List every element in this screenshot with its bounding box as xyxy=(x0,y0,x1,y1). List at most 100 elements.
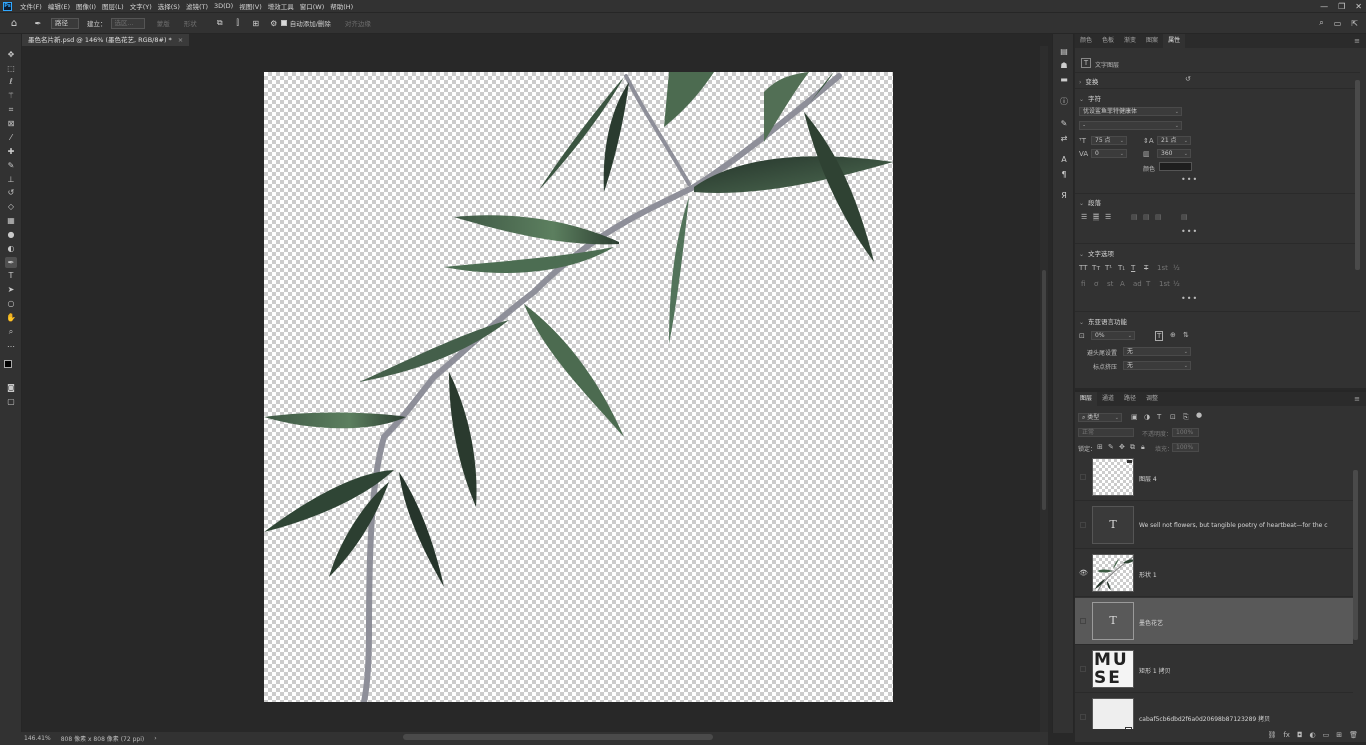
vertical-scroll-thumb[interactable] xyxy=(1042,270,1046,510)
filter-shape-icon[interactable]: ⊡ xyxy=(1170,413,1176,421)
fraction-icon[interactable]: ½ xyxy=(1173,280,1180,288)
transform-section[interactable]: › 变换 xyxy=(1079,76,1098,86)
adjustment-layer-icon[interactable]: ◐ xyxy=(1310,731,1316,739)
layer-filter-select[interactable]: ⌕ 类型 ⌄ xyxy=(1078,413,1122,422)
tate-chu-yoko-icon[interactable]: ⊕ xyxy=(1170,331,1176,339)
text-color-swatch[interactable] xyxy=(1159,162,1192,171)
leading-field[interactable]: 21 点 ⌄ xyxy=(1157,136,1191,145)
discretionary-ligature-icon[interactable]: st xyxy=(1107,280,1113,288)
gradient-icon[interactable]: ▦ xyxy=(5,215,17,226)
screen-mode-icon[interactable]: ▢ xyxy=(5,396,17,407)
status-arrow-icon[interactable]: › xyxy=(154,735,156,742)
workspace-icon[interactable]: ▭ xyxy=(1334,19,1342,28)
minimize-button[interactable]: — xyxy=(1320,2,1328,11)
mojikumi-select[interactable]: 无 ⌄ xyxy=(1123,361,1191,370)
all-caps-icon[interactable]: TT xyxy=(1079,264,1087,272)
character-section[interactable]: ⌄ 字符 xyxy=(1079,93,1101,103)
mask-button[interactable]: 蒙版 xyxy=(157,18,170,28)
menu-layer[interactable]: 图层(L) xyxy=(99,1,127,11)
menu-select[interactable]: 选择(S) xyxy=(155,1,183,11)
tool-mode-select[interactable]: 路径 xyxy=(51,17,79,29)
marquee-icon[interactable]: ⬚ xyxy=(5,63,17,74)
document-canvas[interactable] xyxy=(264,72,893,702)
blend-mode-select[interactable]: 正常 xyxy=(1078,428,1134,437)
ordinals-icon[interactable]: ½ xyxy=(1173,264,1180,272)
more-tools-icon[interactable]: … xyxy=(5,339,17,350)
visibility-toggle[interactable] xyxy=(1080,714,1086,720)
paragraph-section[interactable]: ⌄ 段落 xyxy=(1079,197,1101,207)
vertical-text-icon[interactable]: T xyxy=(1155,331,1164,341)
layer-row[interactable]: cabaf5cb6dbd2f6a0d20698b87123289 拷贝 xyxy=(1075,694,1353,729)
visibility-toggle[interactable] xyxy=(1080,666,1086,672)
eraser-icon[interactable]: ◇ xyxy=(5,201,17,212)
align-right-icon[interactable]: ☰ xyxy=(1105,213,1111,221)
visibility-toggle[interactable] xyxy=(1080,474,1086,480)
paragraph-more-icon[interactable]: ••• xyxy=(1181,227,1198,236)
menu-file[interactable]: 文件(F) xyxy=(17,1,45,11)
filter-type-icon[interactable]: T xyxy=(1157,413,1161,421)
gear-icon[interactable]: ⚙ xyxy=(269,18,279,28)
eyedropper-icon[interactable]: ⁄ xyxy=(5,132,17,143)
tab-paths[interactable]: 路径 xyxy=(1119,392,1141,406)
layer-name[interactable]: cabaf5cb6dbd2f6a0d20698b87123289 拷贝 xyxy=(1139,714,1344,723)
kerning-field[interactable]: 0 ⌄ xyxy=(1091,149,1127,158)
justify-last-center-icon[interactable]: ▤ xyxy=(1143,213,1150,221)
menu-type[interactable]: 文字(Y) xyxy=(127,1,155,11)
kinsoku-select[interactable]: 无 ⌄ xyxy=(1123,347,1191,356)
fx-icon[interactable]: fx xyxy=(1283,731,1290,739)
healing-brush-icon[interactable]: ✚ xyxy=(5,146,17,157)
filter-smart-object-icon[interactable]: ⎘ xyxy=(1183,413,1189,422)
path-operations-icon[interactable]: ⧉ xyxy=(215,18,225,28)
dodge-icon[interactable]: ◐ xyxy=(5,243,17,254)
menu-edit[interactable]: 编辑(E) xyxy=(45,1,73,11)
home-icon[interactable]: ⌂ xyxy=(9,18,19,29)
layer-row[interactable]: MUSE 矩形 1 拷贝 xyxy=(1075,646,1353,693)
type-options-more-icon[interactable]: ••• xyxy=(1181,294,1198,303)
type-icon[interactable]: T xyxy=(5,270,17,281)
tsume-field[interactable]: 0% ⌄ xyxy=(1091,331,1135,340)
align-center-icon[interactable]: ☰ xyxy=(1093,213,1100,221)
share-icon[interactable]: ⇱ xyxy=(1351,19,1358,28)
adjust-icon[interactable]: ⇄ xyxy=(1058,133,1070,145)
tab-patterns[interactable]: 图案 xyxy=(1141,34,1163,48)
layer-name[interactable]: 墨色花艺 xyxy=(1139,618,1344,627)
move-icon[interactable]: ✥ xyxy=(5,49,17,60)
menu-view[interactable]: 视图(V) xyxy=(236,1,265,11)
font-family-select[interactable]: 优设鲨鱼菲特健康体 ⌄ xyxy=(1079,107,1182,116)
path-alignment-icon[interactable]: ⫿ xyxy=(233,18,243,28)
menu-image[interactable]: 图像(I) xyxy=(73,1,99,11)
type-options-section[interactable]: ⌄ 文字选项 xyxy=(1079,248,1114,258)
lock-artboard-icon[interactable]: ⧉ xyxy=(1130,443,1135,452)
new-group-icon[interactable]: ▭ xyxy=(1323,731,1330,739)
auto-add-delete-checkbox[interactable]: 自动添加/删除 xyxy=(280,18,331,28)
lock-position-icon[interactable]: ✥ xyxy=(1119,443,1125,451)
layer-row[interactable]: 图层 4 xyxy=(1075,454,1353,501)
align-edges-checkbox[interactable]: 对齐边缘 xyxy=(345,18,371,28)
add-mask-icon[interactable]: ◘ xyxy=(1297,731,1303,739)
lock-transparent-icon[interactable]: ⊞ xyxy=(1097,443,1103,451)
superscript-icon[interactable]: T¹ xyxy=(1105,264,1112,272)
filter-adjustment-icon[interactable]: ◑ xyxy=(1144,413,1150,421)
warichu-icon[interactable]: ⇅ xyxy=(1183,331,1189,339)
history-icon[interactable]: ▤ xyxy=(1058,46,1070,58)
close-button[interactable]: ✕ xyxy=(1355,2,1362,11)
tab-channels[interactable]: 通道 xyxy=(1097,392,1119,406)
small-caps-icon[interactable]: Tт xyxy=(1092,264,1100,272)
east-asian-section[interactable]: ⌄ 东亚语言功能 xyxy=(1079,316,1127,326)
tracking-field[interactable]: 360 ⌄ xyxy=(1157,149,1191,158)
tab-adjustments[interactable]: 调整 xyxy=(1141,392,1163,406)
filter-toggle-icon[interactable]: ● xyxy=(1196,411,1202,419)
frame-icon[interactable]: ⊠ xyxy=(5,118,17,129)
tab-gradients[interactable]: 渐变 xyxy=(1119,34,1141,48)
layer-name[interactable]: 形状 1 xyxy=(1139,570,1344,579)
underline-icon[interactable]: T xyxy=(1131,264,1135,272)
fractions-icon[interactable]: 1st xyxy=(1157,264,1168,272)
visibility-toggle[interactable] xyxy=(1080,618,1086,624)
zoom-icon[interactable]: ⌕ xyxy=(5,326,17,337)
brush-settings-icon[interactable]: ☗ xyxy=(1058,60,1070,72)
opacity-field[interactable]: 100% xyxy=(1172,428,1199,437)
tab-color[interactable]: 颜色 xyxy=(1075,34,1097,48)
quick-mask-icon[interactable]: ◙ xyxy=(5,382,17,393)
new-layer-icon[interactable]: ⊞ xyxy=(1336,731,1342,739)
character-icon[interactable]: A xyxy=(1058,154,1070,166)
